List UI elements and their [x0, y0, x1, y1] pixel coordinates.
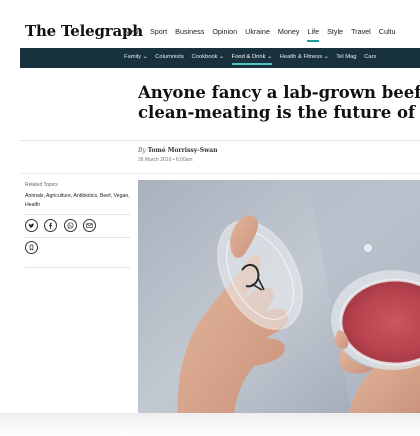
article-page: The Telegraph News Sport Business Opinio…: [20, 8, 420, 420]
related-topics-list[interactable]: Animals, Agriculture, Antibiotics, Beef,…: [25, 192, 130, 210]
section-subnav: Family ⌄ Columnists Cookbook ⌄ Food & Dr…: [20, 48, 420, 68]
nav-item-business[interactable]: Business: [175, 27, 204, 36]
nav-item-sport[interactable]: Sport: [150, 27, 167, 36]
twitter-icon[interactable]: [25, 219, 38, 232]
nav-item-opinion[interactable]: Opinion: [212, 27, 237, 36]
nav-item-ukraine[interactable]: Ukraine: [245, 27, 270, 36]
sidebar-divider: [25, 237, 130, 238]
byline: By Tomé Morrissy-Swan: [138, 147, 218, 154]
bookmark-row: [25, 241, 40, 259]
publish-date: 26 March 2019 • 6:00am: [138, 157, 193, 163]
subnav-item-cookbook[interactable]: Cookbook ⌄: [191, 54, 224, 60]
nav-item-money[interactable]: Money: [278, 27, 300, 36]
byline-prefix: By: [138, 147, 146, 154]
page-bottom-edge: [0, 413, 420, 436]
article-headline: Anyone fancy a lab-grown beef b clean-me…: [138, 83, 420, 123]
subnav-item-food-drink[interactable]: Food & Drink ⌄: [231, 54, 273, 65]
subnav-item-family[interactable]: Family ⌄: [124, 54, 148, 60]
facebook-icon[interactable]: [44, 219, 58, 232]
whatsapp-icon[interactable]: [63, 219, 77, 232]
subnav-item-cars[interactable]: Cars: [364, 54, 376, 60]
headline-line-1: Anyone fancy a lab-grown beef b: [138, 83, 420, 102]
subnav-item-health-fitness[interactable]: Health & Fitness ⌄: [280, 54, 329, 60]
share-buttons: [25, 219, 98, 233]
nav-item-life[interactable]: Life: [307, 27, 319, 42]
bookmark-icon[interactable]: [25, 241, 38, 254]
sidebar-divider: [25, 267, 130, 268]
subnav-item-columnists[interactable]: Columnists: [155, 54, 184, 60]
byline-divider: [20, 173, 420, 174]
masthead: The Telegraph News Sport Business Opinio…: [20, 18, 420, 44]
headline-divider: [20, 140, 420, 141]
headline-line-2: clean-meating is the future of fo: [138, 103, 420, 122]
email-icon[interactable]: [83, 219, 97, 232]
nav-item-news[interactable]: News: [124, 27, 142, 36]
article-hero-image: [138, 180, 420, 420]
nav-item-culture[interactable]: Cultu: [379, 27, 396, 36]
main-nav: News Sport Business Opinion Ukraine Mone…: [124, 27, 402, 42]
nav-item-style[interactable]: Style: [327, 27, 343, 36]
subnav-item-tel-mag[interactable]: Tel Mag: [336, 54, 356, 60]
author-link[interactable]: Tomé Morrissy-Swan: [148, 147, 218, 154]
sidebar-divider: [25, 214, 130, 215]
related-topics-title: Related Topics: [25, 182, 58, 188]
nav-item-travel[interactable]: Travel: [351, 27, 371, 36]
